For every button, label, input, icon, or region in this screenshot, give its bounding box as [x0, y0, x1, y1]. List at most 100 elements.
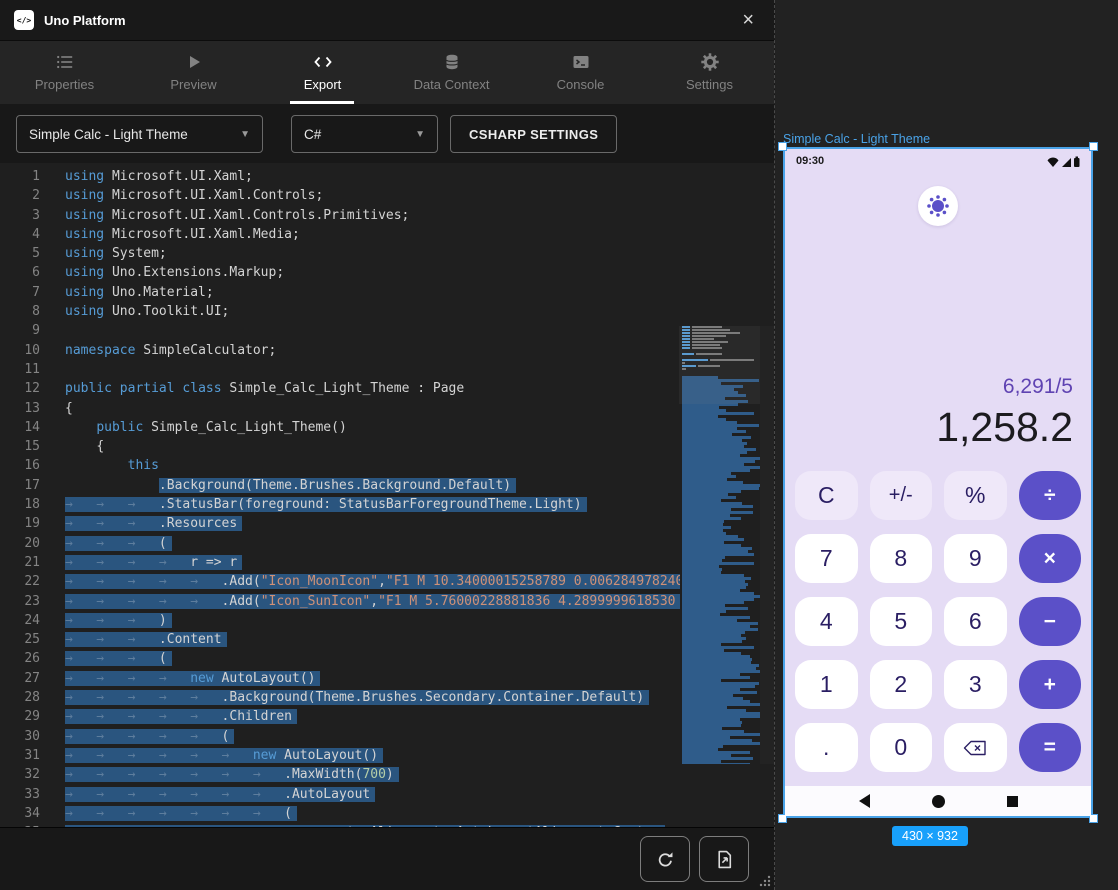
calc-key-9: 9 — [944, 534, 1007, 583]
minimap[interactable] — [679, 326, 760, 764]
calc-key-÷: ÷ — [1019, 471, 1082, 520]
calc-key-.: . — [795, 723, 858, 772]
tab-settings[interactable]: Settings — [645, 41, 774, 104]
code-line: 6using Uno.Extensions.Markup; — [0, 263, 680, 282]
code-line: 29→ → → → → .Children — [0, 707, 680, 726]
window-title: Uno Platform — [44, 13, 126, 28]
code-line: 33→ → → → → → → .AutoLayout — [0, 785, 680, 804]
calc-key-0: 0 — [870, 723, 933, 772]
home-icon — [932, 795, 945, 808]
code-line: 1using Microsoft.UI.Xaml; — [0, 167, 680, 186]
display-expression: 6,291/5 — [803, 375, 1073, 399]
chevron-down-icon: ▼ — [240, 129, 250, 140]
tab-data-context[interactable]: Data Context — [387, 41, 516, 104]
list-icon — [56, 53, 74, 71]
tab-properties[interactable]: Properties — [0, 41, 129, 104]
close-icon[interactable]: × — [736, 10, 760, 30]
code-line: 25→ → → .Content — [0, 630, 680, 649]
code-line: 31→ → → → → → new AutoLayout() — [0, 746, 680, 765]
theme-toggle-row — [785, 186, 1091, 226]
code-line: 23→ → → → → .Add("Icon_SunIcon","F1 M 5.… — [0, 592, 680, 611]
code-line: 14 public Simple_Calc_Light_Theme() — [0, 418, 680, 437]
status-time: 09:30 — [796, 155, 824, 167]
code-line: 11 — [0, 360, 680, 379]
scrollbar[interactable] — [760, 326, 774, 764]
code-content: 1using Microsoft.UI.Xaml;2using Microsof… — [0, 167, 680, 827]
code-line: 7using Uno.Material; — [0, 283, 680, 302]
calc-key-8: 8 — [870, 534, 933, 583]
code-line: 18→ → → .StatusBar(foreground: StatusBar… — [0, 495, 680, 514]
csharp-settings-button[interactable]: CSHARP SETTINGS — [450, 115, 617, 153]
calculator-app-preview: 09:30 6,291/5 1,258.2 C+/-%÷ — [785, 149, 1091, 816]
code-line: 21→ → → → r => r — [0, 553, 680, 572]
code-line: 15 { — [0, 437, 680, 456]
code-line: 22→ → → → → .Add("Icon_MoonIcon","F1 M 1… — [0, 572, 680, 591]
refresh-button[interactable] — [640, 836, 690, 882]
code-icon — [314, 53, 332, 71]
signal-icon — [1062, 158, 1071, 167]
language-select-value: C# — [304, 127, 321, 142]
code-line: 10namespace SimpleCalculator; — [0, 341, 680, 360]
component-select[interactable]: Simple Calc - Light Theme ▼ — [16, 115, 263, 153]
wifi-icon — [1047, 156, 1059, 167]
tab-export[interactable]: Export — [258, 41, 387, 104]
tab-preview[interactable]: Preview — [129, 41, 258, 104]
code-line: 24→ → → ) — [0, 611, 680, 630]
code-line: 8using Uno.Toolkit.UI; — [0, 302, 680, 321]
phone-status-bar: 09:30 — [785, 149, 1091, 173]
play-icon — [185, 53, 203, 71]
code-line: 9 — [0, 321, 680, 340]
code-line: 2using Microsoft.UI.Xaml.Controls; — [0, 186, 680, 205]
backspace-icon — [963, 740, 987, 756]
code-line: 26→ → → ( — [0, 649, 680, 668]
calc-key-=: = — [1019, 723, 1082, 772]
sun-icon — [932, 200, 944, 212]
display-result: 1,258.2 — [803, 406, 1073, 449]
code-line: 17 .Background(Theme.Brushes.Background.… — [0, 476, 680, 495]
calc-key-6: 6 — [944, 597, 1007, 646]
code-line: 34→ → → → → → → ( — [0, 804, 680, 823]
design-canvas[interactable]: Simple Calc - Light Theme 09:30 — [775, 0, 1118, 890]
screen: </> Uno Platform × PropertiesPreviewExpo… — [0, 0, 1118, 890]
code-line: 28→ → → → → .Background(Theme.Brushes.Se… — [0, 688, 680, 707]
code-line: 16 this — [0, 456, 680, 475]
code-line: 19→ → → .Resources — [0, 514, 680, 533]
calc-key-7: 7 — [795, 534, 858, 583]
chevron-down-icon: ▼ — [415, 129, 425, 140]
tab-console[interactable]: Console — [516, 41, 645, 104]
calculator-display: 6,291/5 1,258.2 — [785, 375, 1091, 461]
language-select[interactable]: C# ▼ — [291, 115, 438, 153]
refresh-icon — [656, 850, 675, 869]
tab-bar: PropertiesPreviewExportData ContextConso… — [0, 41, 774, 104]
code-line: 3using Microsoft.UI.Xaml.Controls.Primit… — [0, 206, 680, 225]
console-icon — [572, 53, 590, 71]
component-select-value: Simple Calc - Light Theme — [29, 127, 188, 142]
calc-key-+/-: +/- — [870, 471, 933, 520]
calc-key-1: 1 — [795, 660, 858, 709]
calculator-keypad: C+/-%÷789×456−123+.0= — [785, 461, 1091, 786]
code-line: 5using System; — [0, 244, 680, 263]
uno-platform-logo-icon: </> — [14, 10, 34, 30]
code-editor[interactable]: 1using Microsoft.UI.Xaml;2using Microsof… — [0, 163, 774, 827]
calc-key-5: 5 — [870, 597, 933, 646]
recents-icon — [1007, 796, 1018, 807]
theme-toggle-button — [918, 186, 958, 226]
code-line: 20→ → → ( — [0, 534, 680, 553]
calc-key-%: % — [944, 471, 1007, 520]
export-file-button[interactable] — [699, 836, 749, 882]
calc-key-C: C — [795, 471, 858, 520]
calc-key-+: + — [1019, 660, 1082, 709]
code-line: 30→ → → → → ( — [0, 727, 680, 746]
code-line: 27→ → → → new AutoLayout() — [0, 669, 680, 688]
preview-frame[interactable]: 09:30 6,291/5 1,258.2 C+/-%÷ — [783, 147, 1093, 818]
export-file-icon — [715, 850, 734, 869]
size-badge: 430 × 932 — [892, 826, 968, 846]
resize-grip[interactable] — [756, 872, 772, 888]
back-icon — [859, 794, 870, 808]
calc-key-backspace — [944, 723, 1007, 772]
active-tab-underline — [290, 101, 354, 104]
uno-platform-plugin-window: </> Uno Platform × PropertiesPreviewExpo… — [0, 0, 775, 890]
calc-key-3: 3 — [944, 660, 1007, 709]
frame-label[interactable]: Simple Calc - Light Theme — [783, 132, 930, 146]
status-icons — [1047, 156, 1080, 167]
